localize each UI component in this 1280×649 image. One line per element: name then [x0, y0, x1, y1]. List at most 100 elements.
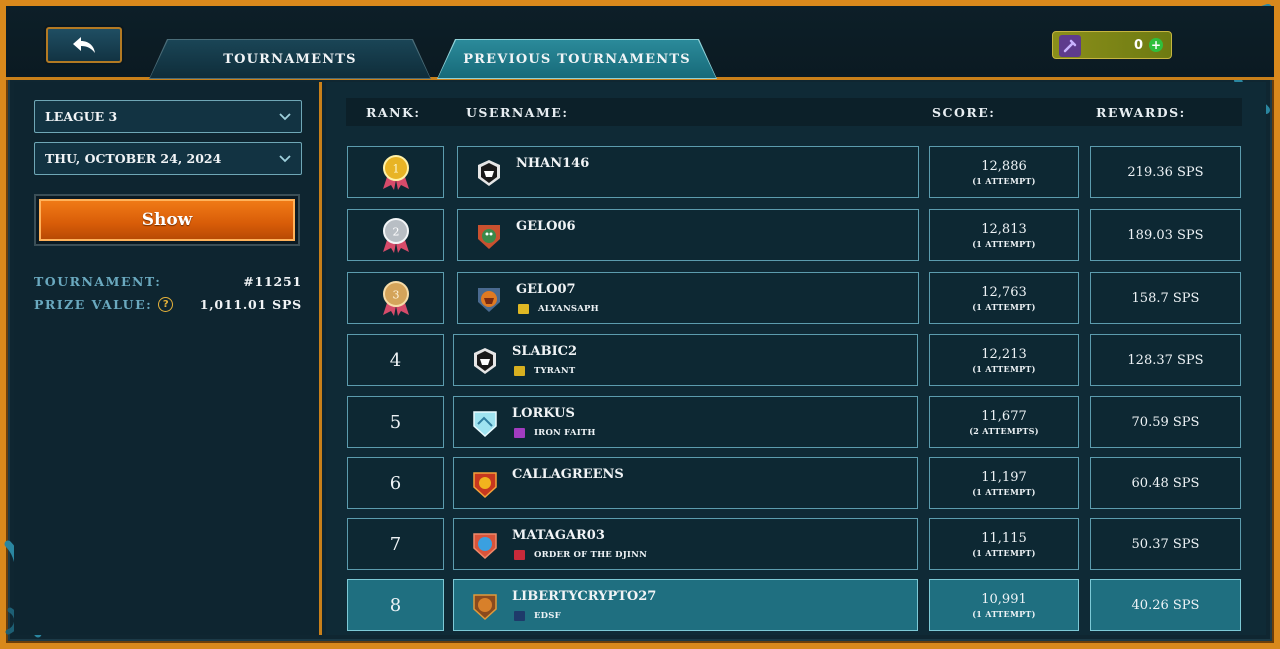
bronze-medal-icon: 3: [382, 281, 409, 316]
tournament-value: #11251: [243, 274, 302, 289]
league-select-value: LEAGUE 3: [45, 109, 118, 124]
header-rewards: REWARDS:: [1096, 105, 1186, 120]
user-cell[interactable]: LORKUS IRON FAITH: [453, 396, 918, 448]
help-icon[interactable]: ?: [158, 297, 174, 312]
attempts: (1 ATTEMPT): [972, 547, 1036, 558]
score-cell: 12,813 (1 ATTEMPT): [929, 209, 1079, 261]
user-cell[interactable]: GELO06: [457, 209, 919, 261]
tab-tournaments[interactable]: TOURNAMENTS: [150, 40, 430, 78]
score-value: 11,115: [981, 530, 1027, 546]
username: MATAGAR03: [512, 528, 605, 543]
table-row[interactable]: 2 GELO06 12,813 (1 ATTEMPT) 189.03 SPS: [326, 209, 1266, 263]
show-button[interactable]: Show: [34, 194, 300, 246]
username: NHAN146: [516, 156, 590, 171]
table-row[interactable]: 5 LORKUS IRON FAITH 11,677 (2 ATTEMPTS) …: [326, 396, 1266, 450]
avatar-icon: [473, 472, 497, 499]
user-cell[interactable]: NHAN146: [457, 146, 919, 198]
username: LIBERTYCRYPTO27: [512, 589, 657, 604]
username: GELO06: [516, 219, 576, 234]
add-currency-icon[interactable]: +: [1149, 38, 1163, 52]
reward-cell: 128.37 SPS: [1090, 334, 1241, 386]
guild-icon: [514, 428, 525, 438]
score-cell: 11,677 (2 ATTEMPTS): [929, 396, 1079, 448]
username: LORKUS: [512, 406, 575, 421]
avatar-icon: [474, 348, 496, 374]
user-cell[interactable]: SLABIC2 TYRANT: [453, 334, 918, 386]
score-value: 11,677: [981, 408, 1027, 424]
attempts: (1 ATTEMPT): [972, 238, 1036, 249]
guild-name: ORDER OF THE DJINN: [534, 550, 648, 560]
table-row[interactable]: 6 CALLAGREENS 11,197 (1 ATTEMPT) 60.48 S…: [326, 457, 1266, 511]
prize-label-group: PRIZE VALUE: ?: [34, 297, 174, 312]
user-cell[interactable]: GELO07 ALYANSAPH: [457, 272, 919, 324]
guild-icon: [518, 304, 529, 314]
attempts: (1 ATTEMPT): [972, 363, 1036, 374]
table-row[interactable]: 7 MATAGAR03 ORDER OF THE DJINN 11,115 (1…: [326, 518, 1266, 572]
score-value: 12,886: [981, 158, 1027, 174]
rank-cell: 5: [347, 396, 444, 448]
score-cell: 12,213 (1 ATTEMPT): [929, 334, 1079, 386]
guild-icon: [514, 611, 525, 621]
score-cell: 12,763 (1 ATTEMPT): [929, 272, 1079, 324]
username: CALLAGREENS: [512, 467, 624, 482]
table-row[interactable]: 1 NHAN146 12,886 (1 ATTEMPT) 219.36 SPS: [326, 146, 1266, 200]
reward-cell: 40.26 SPS: [1090, 579, 1241, 631]
show-button-label: Show: [39, 199, 295, 241]
svg-text:2: 2: [392, 226, 399, 239]
gold-medal-icon: 1: [382, 155, 409, 190]
score-cell: 10,991 (1 ATTEMPT): [929, 579, 1079, 631]
currency-widget[interactable]: 0 +: [1052, 31, 1172, 59]
rank-cell: 8: [347, 579, 444, 631]
back-arrow-icon: [73, 37, 95, 53]
svg-text:3: 3: [392, 289, 399, 302]
header-username: USERNAME:: [466, 105, 569, 120]
score-value: 12,213: [981, 346, 1027, 362]
guild-name: ALYANSAPH: [538, 304, 599, 314]
guild-name: TYRANT: [534, 366, 576, 376]
table-row[interactable]: 4 SLABIC2 TYRANT 12,213 (1 ATTEMPT) 128.…: [326, 334, 1266, 388]
chevron-down-icon: [279, 113, 291, 121]
score-value: 12,813: [981, 221, 1027, 237]
rank-cell: 3: [347, 272, 444, 324]
guild: ORDER OF THE DJINN: [514, 550, 647, 560]
attempts: (1 ATTEMPT): [972, 486, 1036, 497]
reward-cell: 158.7 SPS: [1090, 272, 1241, 324]
reward-cell: 219.36 SPS: [1090, 146, 1241, 198]
attempts: (1 ATTEMPT): [972, 301, 1036, 312]
table-header: RANK: USERNAME: SCORE: REWARDS:: [346, 98, 1242, 126]
back-button[interactable]: [46, 27, 122, 63]
chevron-down-icon: [279, 155, 291, 163]
user-cell[interactable]: LIBERTYCRYPTO27 EDSF: [453, 579, 918, 631]
tournament-info: TOURNAMENT: #11251: [34, 274, 302, 289]
avatar-icon: [478, 225, 500, 249]
score-cell: 12,886 (1 ATTEMPT): [929, 146, 1079, 198]
table-row[interactable]: 3 GELO07 ALYANSAPH 12,763 (1 ATTEMPT) 15…: [326, 272, 1266, 326]
guild: EDSF: [514, 611, 561, 621]
rank-cell: 2: [347, 209, 444, 261]
guild: IRON FAITH: [514, 428, 596, 438]
guild-icon: [514, 550, 525, 560]
date-select[interactable]: THU, OCTOBER 24, 2024: [34, 142, 302, 175]
rank-cell: 7: [347, 518, 444, 570]
score-cell: 11,197 (1 ATTEMPT): [929, 457, 1079, 509]
guild: ALYANSAPH: [518, 304, 599, 314]
attempts: (2 ATTEMPTS): [969, 425, 1039, 436]
currency-value: 0: [1133, 37, 1143, 53]
reward-cell: 70.59 SPS: [1090, 396, 1241, 448]
reward-cell: 50.37 SPS: [1090, 518, 1241, 570]
prize-label: PRIZE VALUE:: [34, 297, 153, 312]
user-cell[interactable]: MATAGAR03 ORDER OF THE DJINN: [453, 518, 918, 570]
leaderboard-panel: RANK: USERNAME: SCORE: REWARDS: 1 NHAN14…: [326, 82, 1266, 635]
tab-previous-tournaments[interactable]: PREVIOUS TOURNAMENTS: [438, 40, 716, 78]
league-select[interactable]: LEAGUE 3: [34, 100, 302, 133]
avatar-icon: [478, 288, 500, 312]
svg-text:1: 1: [392, 163, 399, 176]
username: SLABIC2: [512, 344, 578, 359]
guild-name: IRON FAITH: [534, 428, 596, 438]
table-row-current-user[interactable]: 8 LIBERTYCRYPTO27 EDSF 10,991 (1 ATTEMPT…: [326, 579, 1266, 633]
date-select-value: THU, OCTOBER 24, 2024: [45, 151, 222, 166]
user-cell[interactable]: CALLAGREENS: [453, 457, 918, 509]
score-cell: 11,115 (1 ATTEMPT): [929, 518, 1079, 570]
attempts: (1 ATTEMPT): [972, 608, 1036, 619]
prize-info: PRIZE VALUE: ? 1,011.01 SPS: [34, 297, 302, 312]
